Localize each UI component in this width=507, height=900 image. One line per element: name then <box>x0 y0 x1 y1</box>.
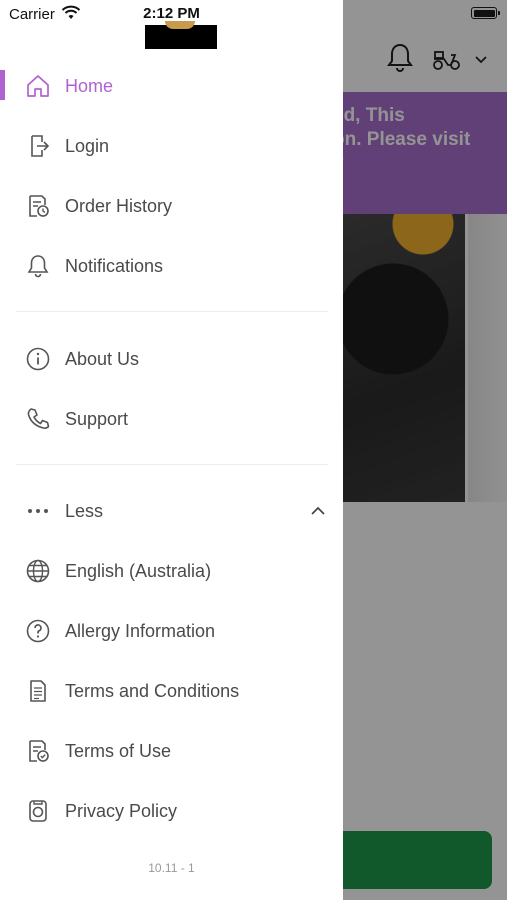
drawer-overlay[interactable] <box>343 0 507 900</box>
menu-item-order-history[interactable]: Order History <box>0 176 343 236</box>
menu-item-terms-conditions[interactable]: Terms and Conditions <box>0 661 343 721</box>
question-icon <box>24 617 52 645</box>
battery-icon <box>471 7 497 19</box>
more-dots-icon <box>24 497 52 525</box>
menu-label: Less <box>65 500 104 521</box>
menu-item-support[interactable]: Support <box>0 389 343 449</box>
phone-icon <box>24 405 52 433</box>
chevron-up-icon <box>310 505 326 517</box>
menu-item-terms-of-use[interactable]: Terms of Use <box>0 721 343 781</box>
menu-item-about-us[interactable]: About Us <box>0 329 343 389</box>
menu-label: Home <box>65 75 114 96</box>
side-drawer: Home Login Order History Notifications A… <box>0 0 343 900</box>
menu-toggle-more[interactable]: Less <box>0 481 343 541</box>
menu-label: Notifications <box>65 255 164 276</box>
menu-label: Terms of Use <box>65 740 172 761</box>
privacy-icon <box>24 797 52 825</box>
login-icon <box>24 132 52 160</box>
menu-item-language[interactable]: English (Australia) <box>0 541 343 601</box>
menu-item-allergy-info[interactable]: Allergy Information <box>0 601 343 661</box>
divider <box>16 464 328 465</box>
brand-logo <box>145 21 217 49</box>
divider <box>16 311 328 312</box>
clock: 2:12 PM <box>143 5 200 22</box>
bell-icon <box>24 252 52 280</box>
menu-item-login[interactable]: Login <box>0 116 343 176</box>
globe-icon <box>24 557 52 585</box>
menu-label: Login <box>65 135 110 156</box>
menu-label: Terms and Conditions <box>65 680 240 701</box>
menu-item-home[interactable]: Home <box>0 56 343 116</box>
menu-label: Privacy Policy <box>65 800 178 821</box>
battery-nub <box>498 11 500 15</box>
menu-label: Order History <box>65 195 173 216</box>
menu-item-privacy-policy[interactable]: Privacy Policy <box>0 781 343 841</box>
info-icon <box>24 345 52 373</box>
menu-label: Allergy Information <box>65 620 216 641</box>
menu-label: English (Australia) <box>65 560 212 581</box>
menu-label: About Us <box>65 348 140 369</box>
menu-item-notifications[interactable]: Notifications <box>0 236 343 296</box>
menu-label: Support <box>65 408 129 429</box>
status-bar: Carrier 2:12 PM <box>0 0 507 28</box>
document-check-icon <box>24 737 52 765</box>
document-icon <box>24 677 52 705</box>
app-version: 10.11 - 1 <box>148 861 195 875</box>
order-history-icon <box>24 192 52 220</box>
home-icon <box>24 72 52 100</box>
